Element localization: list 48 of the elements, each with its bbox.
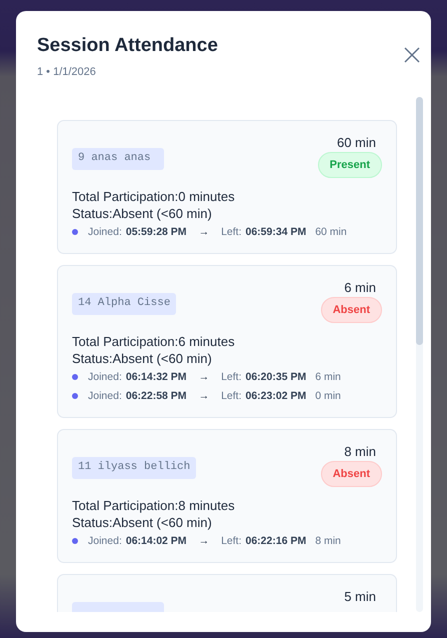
duration-text: 60 min xyxy=(336,135,376,150)
joined-label: Joined: xyxy=(88,390,122,402)
dialog-subtitle: 1 • 1/1/2026 xyxy=(37,66,97,78)
joined-time: 06:14:02 PM xyxy=(126,534,187,546)
status-text: Status:Absent (<60 min) xyxy=(72,350,213,367)
session-minutes: 60 min xyxy=(315,226,347,238)
left-label: Left: xyxy=(221,390,242,402)
status-badge: Absent xyxy=(320,297,382,323)
left-label: Left: xyxy=(221,226,242,238)
participation-text: Total Participation:6 minutes xyxy=(72,333,236,350)
session-minutes: 6 min xyxy=(315,370,341,382)
duration-text: 6 min xyxy=(344,280,376,295)
bullet-icon xyxy=(72,392,78,398)
scrollbar[interactable] xyxy=(416,97,423,612)
participation-text: Total Participation:0 minutes xyxy=(72,188,236,205)
bullet-icon xyxy=(72,538,78,544)
status-text: Status:Absent (<60 min) xyxy=(72,205,213,222)
joined-label: Joined: xyxy=(88,534,122,546)
close-icon[interactable] xyxy=(404,47,420,63)
left-label: Left: xyxy=(221,370,242,382)
arrow-text: → xyxy=(198,370,210,382)
duration-text: 5 min xyxy=(344,589,376,604)
arrow-text: → xyxy=(198,226,210,238)
status-badge: Absent xyxy=(320,461,382,487)
left-time: 06:59:34 PM xyxy=(246,226,306,238)
left-label: Left: xyxy=(221,534,242,546)
left-time: 06:20:35 PM xyxy=(246,370,306,382)
left-time: 06:22:16 PM xyxy=(246,534,306,546)
name-tag: 11 ilyass bellich xyxy=(72,457,196,479)
joined-time: 06:22:58 PM xyxy=(126,390,187,402)
dialog-title: Session Attendance xyxy=(37,35,218,57)
bullet-icon xyxy=(72,228,78,234)
participation-text: Total Participation:8 minutes xyxy=(72,497,236,514)
status-text: Status:Absent (<60 min) xyxy=(72,514,213,531)
joined-label: Joined: xyxy=(88,370,122,382)
arrow-text: → xyxy=(198,390,210,402)
joined-time: 05:59:28 PM xyxy=(126,226,187,238)
session-minutes: 8 min xyxy=(315,534,341,546)
arrow-text: → xyxy=(198,534,210,546)
name-tag: 14 Alpha Cisse xyxy=(72,293,176,315)
session-minutes: 0 min xyxy=(315,390,341,402)
left-time: 06:23:02 PM xyxy=(246,390,306,402)
joined-label: Joined: xyxy=(88,226,122,238)
status-badge: Present xyxy=(318,152,382,178)
name-tag: 9 anas anas xyxy=(72,148,164,170)
joined-time: 06:14:32 PM xyxy=(126,370,187,382)
bullet-icon xyxy=(72,374,78,380)
duration-text: 8 min xyxy=(344,444,376,459)
